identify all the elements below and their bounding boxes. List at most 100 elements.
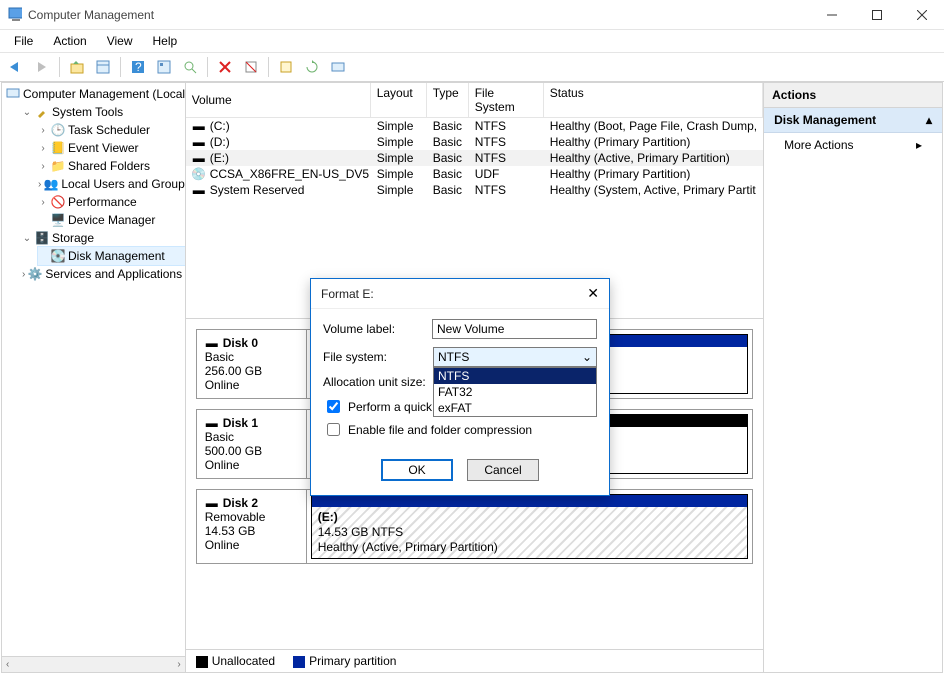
scroll-left-icon[interactable]: ‹ [2, 659, 13, 670]
compression-checkbox[interactable]: Enable file and folder compression [323, 420, 597, 439]
folder-icon: 📁 [51, 159, 65, 173]
col-type[interactable]: Type [427, 83, 469, 117]
collapse-icon[interactable]: ⌄ [22, 233, 32, 244]
actions-disk-management[interactable]: Disk Management ▴ [764, 108, 942, 133]
menu-action[interactable]: Action [45, 32, 94, 50]
tree-horizontal-scrollbar[interactable]: ‹› [2, 656, 185, 672]
disk-icon: 💽 [51, 249, 65, 263]
col-status[interactable]: Status [544, 83, 763, 117]
tools-icon [35, 105, 49, 119]
menu-view[interactable]: View [99, 32, 141, 50]
option-exfat[interactable]: exFAT [434, 400, 596, 416]
actions-pane: Actions Disk Management ▴ More Actions ▸ [764, 83, 942, 672]
window-title: Computer Management [28, 8, 809, 22]
dialog-titlebar[interactable]: Format E: ✕ [311, 279, 609, 309]
format-button[interactable] [239, 55, 263, 79]
actions-header: Actions [764, 83, 942, 108]
refresh-button[interactable] [300, 55, 324, 79]
tree-performance[interactable]: ›🚫Performance [38, 193, 185, 211]
ok-button[interactable]: OK [381, 459, 453, 481]
up-button[interactable] [65, 55, 89, 79]
tree-event-viewer[interactable]: ›📒Event Viewer [38, 139, 185, 157]
tree-task-scheduler[interactable]: ›🕒Task Scheduler [38, 121, 185, 139]
disk-info: ▬Disk 2Removable14.53 GBOnline [197, 490, 307, 563]
tree-services[interactable]: ›⚙️Services and Applications [22, 265, 185, 283]
drive-icon: ▬ [192, 135, 206, 149]
tree-device-manager[interactable]: 🖥️Device Manager [38, 211, 185, 229]
disc-icon: 💿 [192, 167, 206, 181]
event-icon: 📒 [51, 141, 65, 155]
tree-root[interactable]: Computer Management (Local [6, 85, 185, 103]
cancel-button[interactable]: Cancel [467, 459, 539, 481]
volume-row[interactable]: 💿CCSA_X86FRE_EN-US_DV5 (Z:)SimpleBasicUD… [186, 166, 763, 182]
expand-icon[interactable]: › [22, 269, 25, 280]
disk-row[interactable]: ▬Disk 2Removable14.53 GBOnline(E:)14.53 … [196, 489, 753, 564]
menu-help[interactable]: Help [145, 32, 186, 50]
tree-pane: Computer Management (Local ⌄ System Tool… [2, 83, 186, 672]
disk-info: ▬Disk 1Basic500.00 GBOnline [197, 410, 307, 478]
volume-label-label: Volume label: [323, 322, 432, 336]
tree-shared-folders[interactable]: ›📁Shared Folders [38, 157, 185, 175]
volume-label-input[interactable] [432, 319, 597, 339]
collapse-icon: ▴ [926, 113, 932, 127]
option-fat32[interactable]: FAT32 [434, 384, 596, 400]
volume-row[interactable]: ▬(D:)SimpleBasicNTFSHealthy (Primary Par… [186, 134, 763, 150]
perf-icon: 🚫 [51, 195, 65, 209]
option-ntfs[interactable]: NTFS [434, 368, 596, 384]
expand-icon[interactable]: › [38, 179, 41, 190]
disk-icon: ▬ [205, 336, 219, 350]
back-button[interactable] [4, 55, 28, 79]
actions-more[interactable]: More Actions ▸ [764, 133, 942, 157]
expand-icon[interactable]: › [38, 143, 48, 154]
volume-row[interactable]: ▬(C:)SimpleBasicNTFSHealthy (Boot, Page … [186, 118, 763, 134]
expand-icon[interactable]: › [38, 125, 48, 136]
tree-local-users[interactable]: ›👥Local Users and Groups [38, 175, 185, 193]
close-button[interactable] [899, 0, 944, 30]
drive-icon: ▬ [192, 119, 206, 133]
disk-info: ▬Disk 0Basic256.00 GBOnline [197, 330, 307, 398]
volume-row[interactable]: ▬(E:)SimpleBasicNTFSHealthy (Active, Pri… [186, 150, 763, 166]
dialog-close-button[interactable]: ✕ [587, 285, 599, 302]
svg-text:?: ? [135, 60, 142, 74]
volume-row[interactable]: ▬System ReservedSimpleBasicNTFSHealthy (… [186, 182, 763, 198]
tree-disk-management[interactable]: 💽Disk Management [38, 247, 185, 265]
scroll-right-icon[interactable]: › [173, 659, 184, 670]
collapse-icon[interactable]: ⌄ [22, 107, 32, 118]
tree-storage[interactable]: ⌄ 🗄️ Storage [22, 229, 185, 247]
dialog-title: Format E: [321, 287, 374, 301]
new-button[interactable] [274, 55, 298, 79]
legend: Unallocated Primary partition [186, 649, 763, 672]
view-button[interactable] [152, 55, 176, 79]
disk-icon: ▬ [205, 496, 219, 510]
filesystem-options: NTFS FAT32 exFAT [433, 367, 597, 417]
help-button[interactable]: ? [126, 55, 150, 79]
menu-file[interactable]: File [6, 32, 41, 50]
filesystem-select[interactable]: NTFS⌄ NTFS FAT32 exFAT [433, 347, 597, 367]
minimize-button[interactable] [809, 0, 854, 30]
extra-button[interactable] [326, 55, 350, 79]
compression-check[interactable] [327, 423, 340, 436]
maximize-button[interactable] [854, 0, 899, 30]
forward-button[interactable] [30, 55, 54, 79]
drive-icon: ▬ [192, 151, 206, 165]
col-layout[interactable]: Layout [371, 83, 427, 117]
col-volume[interactable]: Volume [186, 83, 371, 117]
expand-icon[interactable]: › [38, 197, 48, 208]
toolbar: ? [0, 52, 944, 82]
partition[interactable]: (E:)14.53 GB NTFSHealthy (Active, Primar… [311, 494, 748, 559]
find-button[interactable] [178, 55, 202, 79]
delete-button[interactable] [213, 55, 237, 79]
legend-unallocated: Unallocated [196, 654, 275, 668]
titlebar: Computer Management [0, 0, 944, 30]
col-filesystem[interactable]: File System [469, 83, 544, 117]
expand-icon[interactable]: › [38, 161, 48, 172]
properties-button[interactable] [91, 55, 115, 79]
chevron-down-icon: ⌄ [582, 350, 592, 364]
menubar: File Action View Help [0, 30, 944, 52]
device-icon: 🖥️ [51, 213, 65, 227]
users-icon: 👥 [44, 177, 58, 191]
tree-system-tools[interactable]: ⌄ System Tools [22, 103, 185, 121]
disk-icon: ▬ [205, 416, 219, 430]
quick-format-check[interactable] [327, 400, 340, 413]
clock-icon: 🕒 [51, 123, 65, 137]
